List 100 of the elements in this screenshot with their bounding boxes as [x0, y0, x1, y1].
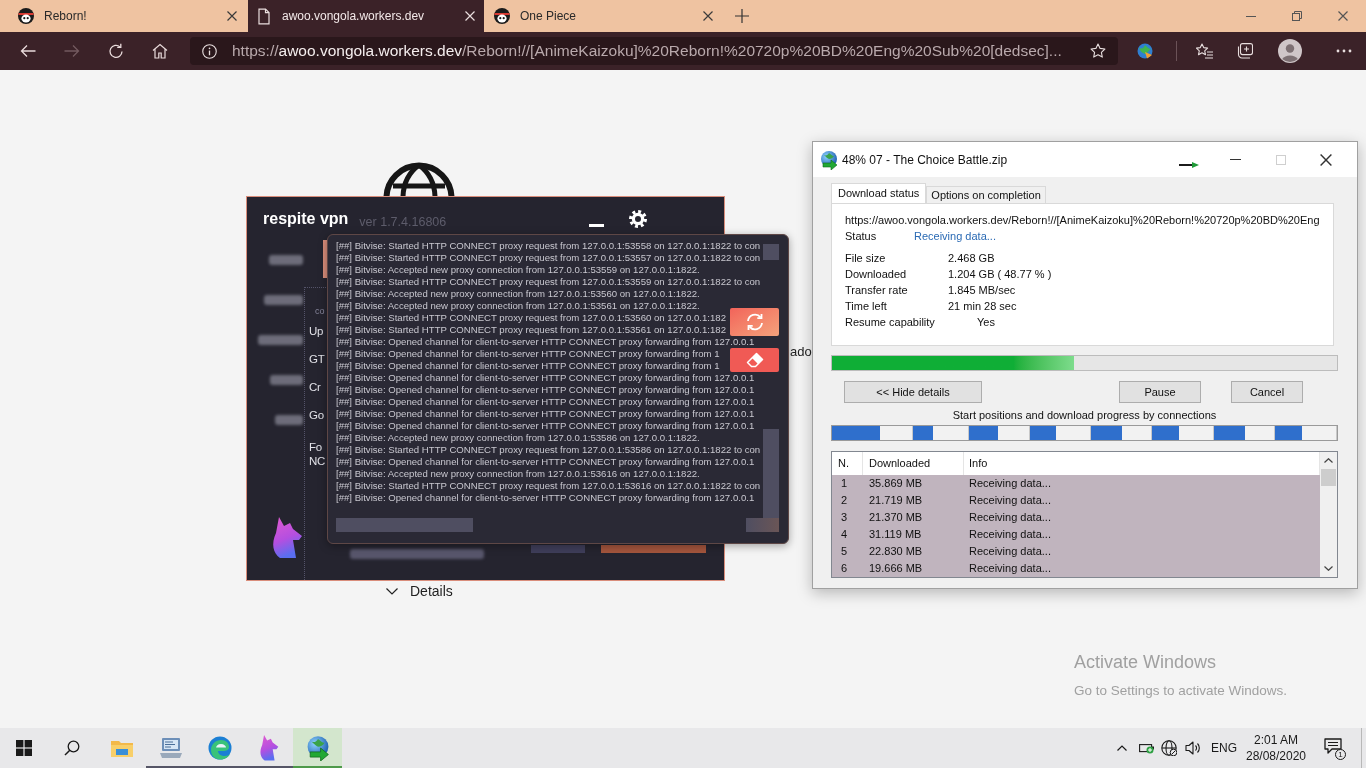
- log-line: [##] Bitvise: Opened channel for client-to-server HTTP CONNECT proxy forwarding from 127.0.0.1: [336, 384, 755, 396]
- back-arrow-icon[interactable]: [20, 44, 36, 58]
- page-text: ado: [790, 343, 812, 361]
- arrow-icon: [1179, 161, 1199, 168]
- address-bar[interactable]: https://awoo.vongola.workers.dev/Reborn!//[AnimeKaizoku]%20Reborn!%20720p%20BD%20Eng%20Sub%20[dedsec]...: [190, 37, 1118, 65]
- avatar-icon[interactable]: [1278, 39, 1302, 63]
- table-cell-text: Receiving data...: [968, 544, 1052, 560]
- log-line: [##] Bitvise: Started HTTP CONNECT proxy request from 127.0.0.1:53560 on 127.0.0.1:182: [336, 312, 726, 324]
- home-icon[interactable]: [152, 43, 168, 59]
- log-line: [##] Bitvise: Started HTTP CONNECT proxy request from 127.0.0.1:53561 on 127.0.0.1:182: [336, 324, 726, 336]
- chevron-down-icon[interactable]: [386, 588, 398, 595]
- browser-tab[interactable]: One Piece: [486, 0, 722, 32]
- clock[interactable]: 2:01 AM 28/08/2020: [1248, 732, 1304, 764]
- table-cell-text: Receiving data...: [968, 561, 1052, 577]
- activation-text: Go to Settings to activate Windows.: [1074, 682, 1288, 699]
- browser-tab[interactable]: Reborn!: [10, 0, 246, 32]
- scroll-corner: [746, 518, 779, 532]
- close-icon[interactable]: [1320, 153, 1332, 166]
- more-icon[interactable]: [1336, 49, 1352, 53]
- log-line: [##] Bitvise: Started HTTP CONNECT proxy request from 127.0.0.1:53586 on 127.0.0.1:1822 to con: [336, 444, 761, 456]
- favorites-icon[interactable]: [1196, 43, 1213, 59]
- table-row[interactable]: 1 35.869 MB Receiving data...: [832, 475, 1320, 492]
- field-label: Downloaded: [845, 267, 908, 282]
- table-row[interactable]: 5 22.830 MB Receiving data...: [832, 543, 1320, 560]
- table-cell-text: 2: [840, 493, 849, 509]
- battery-icon[interactable]: [1139, 742, 1155, 754]
- scrollbar-thumb[interactable]: [1321, 469, 1336, 486]
- gear-icon[interactable]: [629, 209, 647, 228]
- section-label: co: [315, 305, 325, 317]
- close-icon[interactable]: [703, 11, 713, 21]
- swirl-icon[interactable]: [207, 736, 232, 760]
- computer-icon[interactable]: [158, 737, 183, 759]
- table-row[interactable]: 3 21.370 MB Receiving data...: [832, 509, 1320, 526]
- taskbar-button[interactable]: [293, 728, 342, 768]
- log-line: [##] Bitvise: Started HTTP CONNECT proxy request from 127.0.0.1:53558 on 127.0.0.1:1822 to con: [336, 240, 761, 252]
- option-label: Go: [309, 408, 324, 423]
- dialog-button[interactable]: Pause: [1119, 381, 1201, 403]
- notification-badge: 1: [1335, 749, 1346, 760]
- language-indicator[interactable]: ENG: [1211, 739, 1237, 757]
- field-label: Status: [845, 229, 878, 244]
- wolf-head-icon[interactable]: [258, 735, 279, 761]
- log-line: [##] Bitvise: Opened channel for client-to-server HTTP CONNECT proxy forwarding from 127.0.0.1: [336, 420, 755, 432]
- table-row[interactable]: 2 21.719 MB Receiving data...: [832, 492, 1320, 509]
- details-toggle[interactable]: Details: [386, 581, 453, 602]
- note-text: Fo NC: [309, 440, 325, 468]
- log-line: [##] Bitvise: Accepted new proxy connection from 127.0.0.1:53586 on 127.0.0.1:1822.: [336, 432, 700, 444]
- tab[interactable]: Options on completion: [926, 186, 1046, 203]
- star-icon[interactable]: [1090, 43, 1106, 59]
- info-icon[interactable]: [202, 43, 217, 59]
- wolf-head-icon: [271, 517, 303, 559]
- table-cell-text: 21.719 MB: [868, 493, 924, 509]
- refresh-button[interactable]: [730, 308, 779, 336]
- dialog-button[interactable]: Cancel: [1231, 381, 1303, 403]
- scrollbar-thumb[interactable]: [336, 518, 473, 532]
- table-row[interactable]: 6 19.666 MB Receiving data...: [832, 560, 1320, 577]
- clear-button[interactable]: [730, 348, 779, 372]
- windows-icon[interactable]: [16, 740, 32, 756]
- log-line: [##] Bitvise: Opened channel for client-to-server HTTP CONNECT proxy forwarding from 127.0.0.1: [336, 396, 755, 408]
- log-line: [##] Bitvise: Opened channel for client-to-server HTTP CONNECT proxy forwarding from 127.0.0.1: [336, 408, 755, 420]
- sync-icon[interactable]: [744, 313, 765, 331]
- table-cell-text: Receiving data...: [968, 493, 1052, 509]
- restore-icon[interactable]: [1292, 11, 1302, 21]
- field-label: Resume capability: [845, 315, 936, 330]
- skull-icon: [494, 8, 510, 24]
- network-globe-icon[interactable]: [1161, 740, 1177, 756]
- log-line: [##] Bitvise: Accepted new proxy connection from 127.0.0.1:53559 on 127.0.0.1:1822.: [336, 264, 700, 276]
- section-label: Start positions and download progress by connections: [951, 408, 1218, 422]
- status-value: Receiving data...: [914, 229, 996, 244]
- table-cell-text: 4: [840, 527, 849, 543]
- log-line: [##] Bitvise: Opened channel for client-to-server HTTP CONNECT proxy forwarding from 127.0.0.1: [336, 492, 755, 504]
- scrollbar-thumb[interactable]: [763, 429, 779, 518]
- window-title: 48% 07 - The Choice Battle.zip: [842, 151, 1008, 169]
- table-row[interactable]: 4 31.119 MB Receiving data...: [832, 526, 1320, 543]
- browser-tab[interactable]: awoo.vongola.workers.dev: [248, 0, 484, 32]
- table-cell-text: 35.869 MB: [868, 476, 924, 492]
- search-icon[interactable]: [64, 740, 80, 756]
- field-value: 1.204 GB ( 48.77 % ): [948, 267, 1052, 282]
- globe-icon[interactable]: [1137, 43, 1153, 59]
- dialog-button[interactable]: << Hide details: [844, 381, 982, 403]
- eraser-icon[interactable]: [745, 352, 764, 368]
- field-value: Yes: [977, 315, 995, 330]
- refresh-icon[interactable]: [108, 43, 124, 59]
- log-line: [##] Bitvise: Opened channel for client-to-server HTTP CONNECT proxy forwarding from 127.0.0.1: [336, 456, 755, 468]
- collections-icon[interactable]: [1236, 43, 1253, 59]
- table-cell-text: 6: [840, 561, 849, 577]
- tab[interactable]: Download status: [831, 183, 927, 203]
- log-line: [##] Bitvise: Opened channel for client-to-server HTTP CONNECT proxy forwarding from 127.0.0.1: [336, 336, 755, 348]
- notification-icon[interactable]: [1324, 738, 1342, 754]
- table-cell-text: 1: [840, 476, 849, 492]
- log-line: [##] Bitvise: Opened channel for client-to-server HTTP CONNECT proxy forwarding from 127.0.0.1: [336, 372, 755, 384]
- log-line: [##] Bitvise: Started HTTP CONNECT proxy request from 127.0.0.1:53559 on 127.0.0.1:1822 to con: [336, 276, 761, 288]
- minimize-icon[interactable]: [1246, 15, 1256, 17]
- close-icon[interactable]: [227, 11, 237, 21]
- speaker-icon[interactable]: [1185, 741, 1201, 755]
- field-label: Time left: [845, 299, 888, 314]
- caret-up-icon[interactable]: [1117, 745, 1127, 751]
- plus-icon[interactable]: [735, 9, 749, 23]
- chevron-down-icon[interactable]: [1324, 566, 1333, 571]
- folder-icon[interactable]: [109, 738, 134, 758]
- chevron-up-icon[interactable]: [1324, 458, 1333, 463]
